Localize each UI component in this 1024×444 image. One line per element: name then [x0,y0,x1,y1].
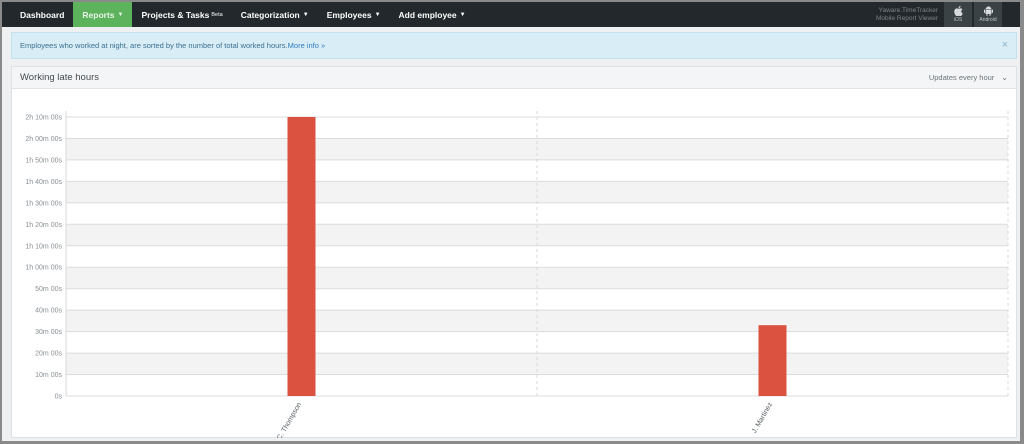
nav-employees[interactable]: Employees ▼ [318,2,390,27]
working-late-hours-panel: Working late hours Updates every hour ⌄ … [11,66,1017,441]
info-alert: Employees who worked at night, are sorte… [11,32,1017,59]
y-tick-label: 1h 50m 00s [25,157,62,164]
y-tick-label: 2h 00m 00s [25,136,62,143]
close-icon[interactable]: × [1002,40,1008,51]
y-tick-label: 20m 00s [35,351,62,358]
android-app-button[interactable]: Android [974,2,1002,27]
ios-app-button[interactable]: iOS [944,2,972,27]
nav-categorization-label: Categorization [240,9,300,20]
nav-add-employee-label: Add employee [398,9,457,20]
nav-dashboard[interactable]: Dashboard [2,2,73,27]
y-tick-label: 40m 00s [35,308,62,315]
bar [287,117,316,396]
update-frequency-label: Updates every hour [928,73,995,82]
y-tick-label: 1h 30m 00s [25,200,62,207]
y-tick-label: 1h 20m 00s [25,222,62,229]
beta-badge: Beta [211,11,223,18]
nav-employees-label: Employees [326,9,372,20]
chevron-down-icon: ▼ [374,11,381,18]
working-late-hours-chart: 0s 10m 00s 20m 00s 30m 00s 40m 00s 50m 00s 1h … [25,111,1009,441]
android-icon [983,6,993,16]
bar [758,325,787,396]
ios-label: iOS [953,17,963,23]
chart-container: 0s 10m 00s 20m 00s 30m 00s 40m 00s 50m 00s 1h … [12,90,1016,441]
y-tick-label: 1h 40m 00s [25,179,62,186]
y-tick-label: 30m 00s [35,329,62,336]
nav-reports[interactable]: Reports ▼ [73,2,133,27]
brand-line-2: Mobile Report Viewer [875,14,938,22]
update-frequency-toggle[interactable]: Updates every hour ⌄ [929,73,1008,82]
chevron-down-icon: ▼ [302,11,309,18]
y-tick-label: 10m 00s [35,372,62,379]
x-category-label: J. Martinez [751,401,774,435]
y-tick-label: 2h 10m 00s [25,115,62,122]
app-window: Dashboard Reports ▼ Projects & Tasks Bet… [2,2,1020,441]
chevron-down-icon: ▼ [117,11,124,18]
panel-header: Working late hours Updates every hour ⌄ [12,67,1016,89]
y-tick-label: 0s [55,394,63,401]
nav-projects-tasks-label: Projects & Tasks [141,9,210,20]
nav-add-employee[interactable]: Add employee ▼ [390,2,475,27]
y-tick-label: 1h 00m 00s [25,265,62,272]
panel-title: Working late hours [20,72,100,83]
nav-dashboard-label: Dashboard [20,9,65,20]
alert-text: Employees who worked at night, are sorte… [20,41,288,50]
chevron-down-icon: ▼ [459,11,466,18]
nav-right-group: Yaware.TimeTracker Mobile Report Viewer … [876,2,1020,27]
nav-categorization[interactable]: Categorization ▼ [232,2,318,27]
nav-reports-label: Reports [82,9,115,20]
more-info-link[interactable]: More info » [288,41,326,50]
chevron-down-icon: ⌄ [1001,73,1008,82]
mobile-viewer-brand: Yaware.TimeTracker Mobile Report Viewer [876,2,944,27]
y-tick-label: 1h 10m 00s [25,243,62,250]
top-navigation: Dashboard Reports ▼ Projects & Tasks Bet… [2,2,1020,27]
brand-line-1: Yaware.TimeTracker [878,6,938,14]
x-category-label: C. Thompson [276,401,303,438]
android-label: Android [979,17,997,23]
y-tick-label: 50m 00s [35,286,62,293]
nav-projects-tasks[interactable]: Projects & Tasks Beta [132,2,231,27]
apple-icon [953,6,963,16]
